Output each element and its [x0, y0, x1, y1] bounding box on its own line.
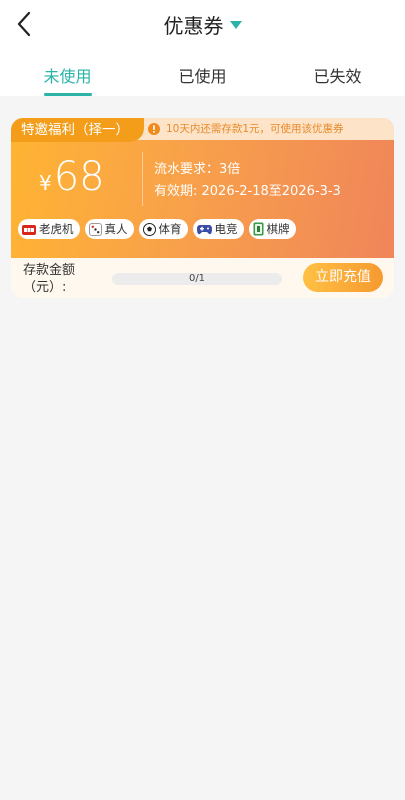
- chip-label: 棋牌: [266, 222, 290, 236]
- coupon-list: 特邀福利（择一） 10天内还需存款1元，可使用该优惠券 ¥ 68 流水要求：3倍…: [0, 96, 405, 800]
- tab-expired[interactable]: 已失效: [270, 50, 405, 96]
- gamepad-icon: [196, 224, 212, 234]
- notice-text: 10天内还需存款1元，可使用该优惠券: [166, 123, 344, 135]
- chip-board: 棋牌: [248, 219, 296, 239]
- chip-label: 老虎机: [39, 222, 74, 236]
- tab-used[interactable]: 已使用: [135, 50, 270, 96]
- tab-label: 已使用: [178, 67, 227, 86]
- chip-label: 体育: [158, 222, 182, 236]
- soccer-ball-icon: [142, 222, 156, 236]
- mahjong-tile-icon: [253, 222, 263, 236]
- validity-period: 有效期: 2026-2-18至2026-3-3: [154, 184, 341, 199]
- tab-bar: 未使用 已使用 已失效: [0, 50, 405, 96]
- wagering-requirement: 流水要求：3倍: [154, 162, 241, 177]
- chip-live: 真人: [84, 219, 134, 239]
- amount-value: 68: [53, 154, 105, 200]
- chip-sports: 体育: [138, 219, 188, 239]
- tab-unused[interactable]: 未使用: [0, 50, 135, 96]
- chip-slots: 老虎机: [18, 219, 80, 239]
- coupon-notice: 10天内还需存款1元，可使用该优惠券: [148, 121, 344, 136]
- chip-esports: 电竞: [192, 219, 244, 239]
- top-bar: 优惠券: [0, 0, 405, 50]
- caret-down-icon: [229, 20, 242, 29]
- deposit-label: 存款金额（元）:: [23, 263, 76, 295]
- title-dropdown[interactable]: 优惠券: [0, 10, 405, 39]
- deposit-progress-text: 0/1: [188, 273, 206, 284]
- recharge-button[interactable]: 立即充值: [303, 263, 383, 292]
- coupon-amount: ¥ 68: [39, 154, 105, 200]
- tab-label: 已失效: [313, 67, 362, 86]
- chip-label: 电竞: [214, 222, 238, 236]
- coupon-card-bottom: 存款金额（元）: 0/1 立即充值: [11, 258, 394, 298]
- divider: [142, 152, 143, 206]
- coupon-badge: 特邀福利（择一）: [11, 118, 144, 142]
- chip-label: 真人: [104, 222, 128, 236]
- coupon-card-top: 特邀福利（择一） 10天内还需存款1元，可使用该优惠券 ¥ 68 流水要求：3倍…: [11, 118, 394, 258]
- tab-label: 未使用: [43, 67, 92, 86]
- page-title: 优惠券: [163, 14, 224, 38]
- coupon-card[interactable]: 特邀福利（择一） 10天内还需存款1元，可使用该优惠券 ¥ 68 流水要求：3倍…: [11, 118, 394, 298]
- info-icon: [148, 122, 160, 135]
- currency-symbol: ¥: [39, 171, 52, 195]
- dice-icon: [88, 222, 102, 236]
- category-chips: 老虎机 真人 体育 电竞 棋牌: [18, 219, 296, 239]
- slot-machine-icon: [22, 225, 36, 235]
